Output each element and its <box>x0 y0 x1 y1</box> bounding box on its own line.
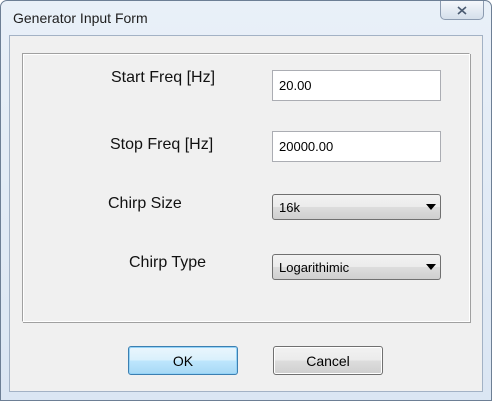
dialog-window: Generator Input Form Start Freq [Hz] Sto… <box>0 0 492 401</box>
start-freq-label: Start Freq [Hz] <box>111 69 216 86</box>
dialog-body: Start Freq [Hz] Stop Freq [Hz] Chirp Siz… <box>9 35 483 392</box>
start-freq-input[interactable] <box>272 70 441 101</box>
close-icon <box>457 5 467 15</box>
chirp-type-select[interactable]: Logarithimic <box>272 254 441 280</box>
chirp-size-select[interactable]: 16k <box>272 194 441 220</box>
window-title: Generator Input Form <box>13 10 148 26</box>
chevron-down-icon <box>426 264 436 270</box>
chirp-type-label: Chirp Type <box>129 254 207 271</box>
chirp-size-label: Chirp Size <box>108 195 182 212</box>
cancel-button[interactable]: Cancel <box>273 346 383 375</box>
chevron-down-icon <box>426 204 436 210</box>
title-bar[interactable]: Generator Input Form <box>1 1 491 35</box>
close-button[interactable] <box>440 1 484 20</box>
stop-freq-label: Stop Freq [Hz] <box>110 136 214 153</box>
ok-button[interactable]: OK <box>128 346 238 375</box>
stop-freq-input[interactable] <box>272 131 441 162</box>
chirp-size-value: 16k <box>279 200 300 215</box>
chirp-type-value: Logarithimic <box>279 260 350 275</box>
